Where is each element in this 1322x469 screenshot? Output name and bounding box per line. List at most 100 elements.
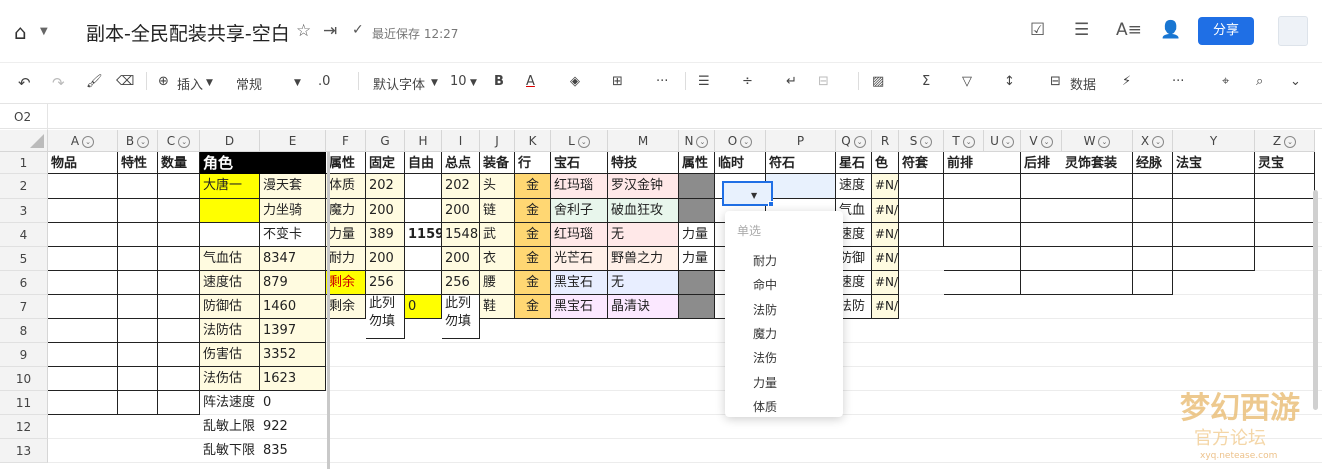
column-filter-icon[interactable]: ⌄ (1098, 135, 1111, 148)
header-cell-a[interactable]: 物品 (48, 152, 118, 174)
border-icon[interactable]: ⊞ (612, 74, 623, 89)
column-filter-icon[interactable]: ⌄ (137, 135, 150, 148)
color-na[interactable]: #N/A (872, 271, 899, 295)
attr-total[interactable]: 200 (442, 247, 480, 271)
chevron-down-icon[interactable]: ▼ (294, 78, 301, 88)
avatar[interactable] (1278, 16, 1308, 46)
frozen-pane-divider[interactable] (327, 152, 330, 469)
role-set[interactable]: 漫天套 (260, 174, 326, 199)
star-stone[interactable]: 速度 (836, 174, 872, 199)
header-cell-l[interactable]: 宝石 (551, 152, 608, 174)
column-header-e[interactable]: E (260, 130, 326, 152)
row-header-4[interactable]: 4 (0, 223, 48, 247)
column-header-y[interactable]: Y (1173, 130, 1255, 152)
element[interactable]: 金 (515, 271, 551, 295)
equip-slot[interactable]: 腰 (480, 271, 515, 295)
header-cell-f[interactable]: 属性 (326, 152, 366, 174)
home-icon[interactable]: ⌂ (14, 20, 27, 44)
color-na[interactable]: #N/A (872, 247, 899, 271)
special-skill[interactable]: 破血狂攻 (608, 199, 679, 223)
column-header-h[interactable]: H (405, 130, 442, 152)
column-header-a[interactable]: A ⌄ (48, 130, 118, 152)
row-header-12[interactable]: 12 (0, 415, 48, 439)
document-title[interactable]: 副本-全民配装共享-空白 (86, 19, 290, 46)
row-header-7[interactable]: 7 (0, 295, 48, 319)
insert-button[interactable]: 插入 (177, 74, 203, 93)
attr-n[interactable]: 力量 (679, 247, 715, 271)
attr-free[interactable] (405, 247, 442, 271)
attr-n[interactable] (679, 199, 715, 223)
estimate-label[interactable]: 防御估 (200, 295, 260, 319)
attr-total[interactable]: 1548 (442, 223, 480, 247)
gem[interactable]: 黑宝石 (551, 295, 608, 319)
font-size-select[interactable]: 10 (450, 74, 467, 89)
element[interactable]: 金 (515, 295, 551, 319)
column-header-g[interactable]: G (366, 130, 405, 152)
dropdown-option[interactable]: 力量 (753, 374, 777, 391)
chevron-down-icon[interactable]: ▼ (40, 26, 48, 37)
role-name[interactable]: 大唐一 (200, 174, 260, 199)
share-button[interactable]: 分享 (1198, 17, 1254, 45)
gem[interactable]: 舍利子 (551, 199, 608, 223)
merge-icon[interactable]: ⊟ (818, 74, 829, 89)
attr-name[interactable]: 耐力 (326, 247, 366, 271)
column-header-c[interactable]: C ⌄ (158, 130, 200, 152)
header-cell-b[interactable]: 特性 (118, 152, 158, 174)
attr-free[interactable] (405, 199, 442, 223)
column-filter-icon[interactable]: ⌄ (1040, 135, 1053, 148)
menu-icon[interactable]: ☰ (1074, 20, 1089, 40)
column-filter-icon[interactable]: ⌄ (853, 135, 866, 148)
attr-n[interactable] (679, 271, 715, 295)
row-header-10[interactable]: 10 (0, 367, 48, 391)
bold-icon[interactable]: B (494, 74, 504, 89)
column-header-p[interactable]: P (766, 130, 836, 152)
equip-slot[interactable]: 鞋 (480, 295, 515, 319)
attr-free[interactable] (405, 271, 442, 295)
estimate-label[interactable]: 法伤估 (200, 367, 260, 391)
remaining-label[interactable]: 剩余 (326, 271, 366, 295)
column-header-m[interactable]: M (608, 130, 679, 152)
header-cell-k[interactable]: 行 (515, 152, 551, 174)
attr-fixed[interactable]: 200 (366, 199, 405, 223)
attr-name[interactable]: 魔力 (326, 199, 366, 223)
formula-icon[interactable]: ⚡ (1122, 74, 1131, 89)
data-button[interactable]: 数据 (1070, 74, 1096, 93)
column-filter-icon[interactable]: ⌄ (696, 135, 709, 148)
spreadsheet-grid[interactable]: A ⌄ B ⌄ C ⌄ D E F G H I J K L ⌄ M N ⌄ O ⌄ P Q ⌄ R S ⌄ T ⌄ U ⌄ V ⌄ W ⌄ X ⌄ Y Z ⌄… (0, 130, 1322, 469)
header-cell-y[interactable]: 法宝 (1173, 152, 1255, 174)
attr-name[interactable]: 力量 (326, 223, 366, 247)
header-cell-p[interactable]: 符石 (766, 152, 836, 174)
chevron-down-icon[interactable]: ▼ (431, 78, 438, 88)
text-format-icon[interactable]: A≡ (1116, 20, 1142, 40)
special-skill[interactable]: 无 (608, 271, 679, 295)
color-na[interactable]: #N/A (872, 174, 899, 199)
column-header-f[interactable]: F (326, 130, 366, 152)
rune-cell[interactable] (766, 174, 836, 199)
dropdown-option[interactable]: 命中 (753, 276, 777, 293)
column-header-t[interactable]: T ⌄ (944, 130, 984, 152)
header-cell-z[interactable]: 灵宝 (1255, 152, 1315, 174)
star-icon[interactable]: ☆ (296, 21, 311, 41)
row-header-2[interactable]: 2 (0, 174, 48, 199)
dropdown-option[interactable]: 体质 (753, 398, 777, 415)
search-icon[interactable]: ⌕ (1256, 74, 1263, 89)
row-header-6[interactable]: 6 (0, 271, 48, 295)
column-header-k[interactable]: K (515, 130, 551, 152)
color-na[interactable]: #N/A (872, 223, 899, 247)
dropdown-option[interactable]: 法防 (753, 301, 777, 318)
row-header-11[interactable]: 11 (0, 391, 48, 415)
column-header-i[interactable]: I (442, 130, 480, 152)
attr-total[interactable]: 200 (442, 199, 480, 223)
estimate-value[interactable]: 3352 (260, 343, 326, 367)
more-icon[interactable]: ··· (656, 74, 668, 89)
color-na[interactable]: #N/A (872, 295, 899, 319)
element[interactable]: 金 (515, 174, 551, 199)
chevron-down-icon[interactable]: ▼ (470, 78, 477, 88)
attr-n[interactable] (679, 174, 715, 199)
chevron-down-icon[interactable]: ▼ (206, 78, 213, 88)
vertical-scrollbar[interactable] (1313, 190, 1318, 410)
dropdown-option[interactable]: 耐力 (753, 252, 777, 269)
gem[interactable]: 红玛瑙 (551, 174, 608, 199)
attr-name[interactable]: 剩余 (326, 295, 366, 319)
header-cell-role[interactable]: 角色 (200, 152, 326, 174)
